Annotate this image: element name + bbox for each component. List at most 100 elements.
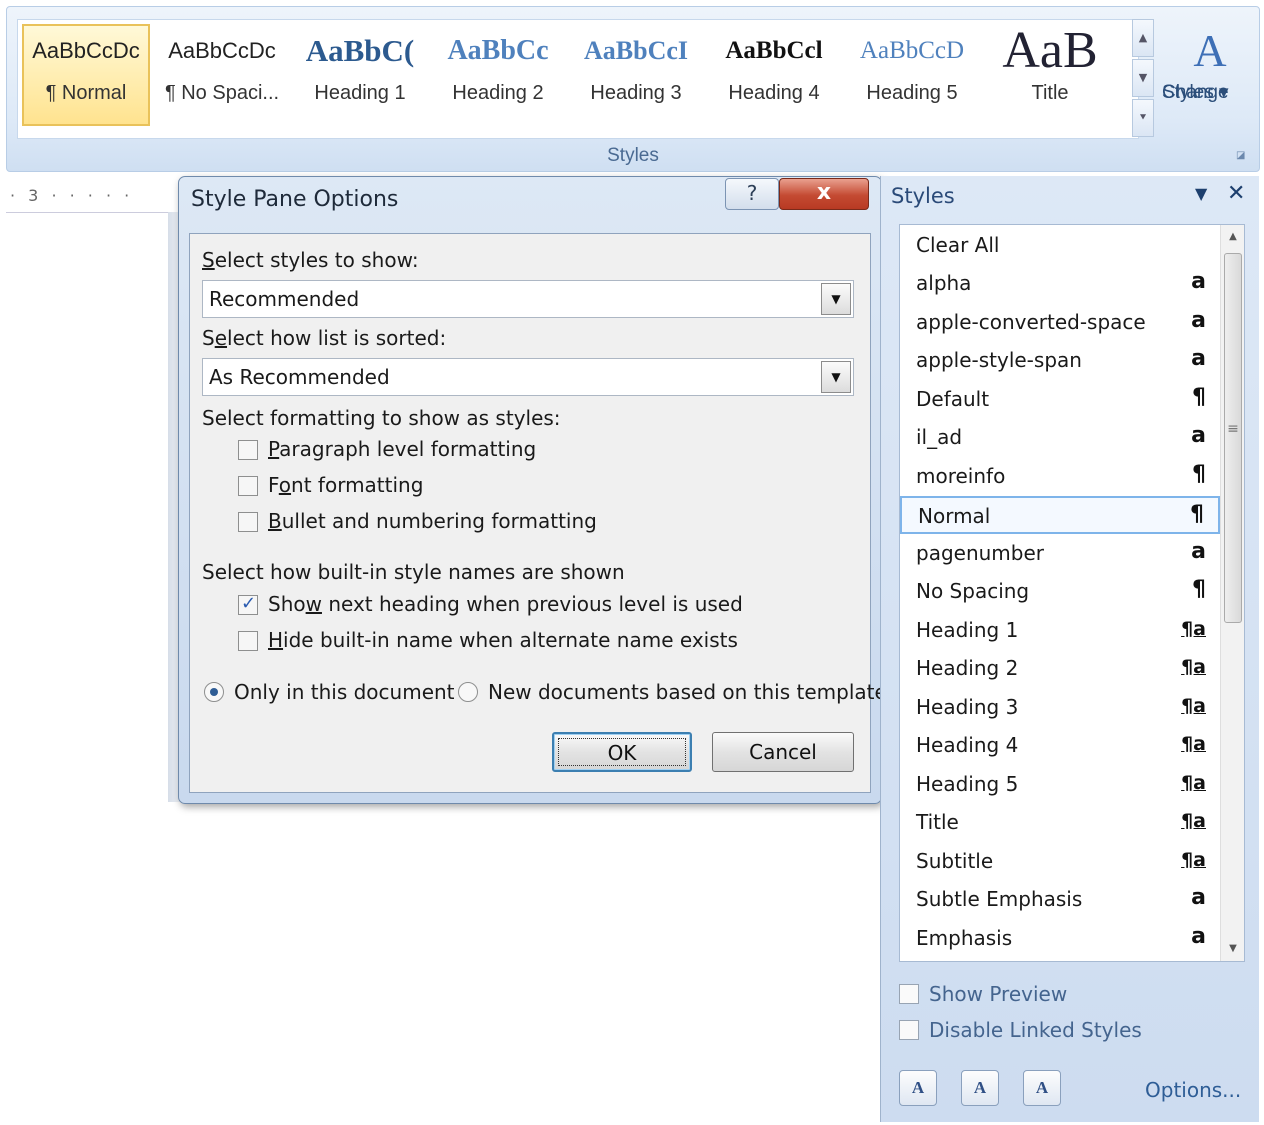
linked-style-icon: ¶a xyxy=(1181,849,1206,871)
style-item[interactable]: Heading 4 ¶a xyxy=(900,727,1220,765)
style-sample: AaBbCcDc xyxy=(32,38,140,63)
cancel-button[interactable]: Cancel xyxy=(712,732,854,772)
bullet-formatting-label: Bullet and numbering formatting xyxy=(268,509,597,533)
hide-builtin-checkbox[interactable] xyxy=(238,631,258,651)
linked-style-icon: ¶a xyxy=(1181,810,1206,832)
styles-to-show-select[interactable]: Recommended ▼ xyxy=(202,280,854,318)
style-pane-options-dialog: Style Pane Options ? x Select styles to … xyxy=(178,176,887,804)
pane-menu-icon[interactable]: ▼ xyxy=(1195,184,1207,203)
linked-style-icon: ¶a xyxy=(1181,733,1206,755)
style-item[interactable]: Heading 5 ¶a xyxy=(900,766,1220,804)
style-item[interactable]: Default ¶ xyxy=(900,381,1220,419)
style-item[interactable]: apple-style-span a xyxy=(900,342,1220,380)
select-styles-label: Select styles to show: xyxy=(202,248,419,272)
quick-style-heading-4[interactable]: AaBbCcl Heading 4 xyxy=(712,26,836,124)
style-item[interactable]: moreinfo ¶ xyxy=(900,458,1220,496)
paragraph-style-icon: ¶ xyxy=(1192,462,1206,487)
select-value: As Recommended xyxy=(209,365,390,389)
show-next-heading-checkbox[interactable] xyxy=(238,593,258,615)
quick-styles-gallery: AaBbCcDc ¶ Normal AaBbCcDc ¶ No Spaci...… xyxy=(17,19,1139,139)
dropdown-arrow-icon[interactable]: ▼ xyxy=(821,283,851,315)
group-label: Styles xyxy=(607,145,659,166)
style-sample: AaBbCcD xyxy=(859,37,965,64)
style-sample: AaBbCcDc xyxy=(168,38,276,63)
style-name: Heading 1 xyxy=(314,82,406,104)
change-styles-label-2: Styles ▾ xyxy=(1162,82,1229,103)
quick-style-normal[interactable]: AaBbCcDc ¶ Normal xyxy=(22,24,150,126)
style-item-clear-all[interactable]: Clear All xyxy=(900,227,1220,265)
pane-close-icon[interactable]: ✕ xyxy=(1227,181,1245,206)
style-sample: AaBbC( xyxy=(305,33,415,68)
style-name: Heading 5 xyxy=(866,82,958,104)
formatting-label: Select formatting to show as styles: xyxy=(202,406,561,430)
new-documents-radio[interactable] xyxy=(458,682,478,702)
ok-button[interactable]: OK xyxy=(552,732,692,772)
paragraph-formatting-label: Paragraph level formatting xyxy=(268,437,537,461)
sort-order-select[interactable]: As Recommended ▼ xyxy=(202,358,854,396)
font-formatting-label: Font formatting xyxy=(268,473,424,497)
paragraph-style-icon: ¶ xyxy=(1192,385,1206,410)
ruler-marks: · 3 · · · · · xyxy=(10,186,134,205)
new-documents-label: New documents based on this template xyxy=(488,680,887,704)
dialog-launcher-icon[interactable]: ◪ xyxy=(1236,150,1250,164)
gallery-down-icon[interactable]: ▼ xyxy=(1132,59,1154,97)
show-next-heading-label: Show next heading when previous level is… xyxy=(268,592,743,616)
style-item[interactable]: alpha a xyxy=(900,265,1220,303)
paragraph-style-icon: ¶ xyxy=(1192,577,1206,602)
manage-styles-icon[interactable]: A xyxy=(1023,1070,1061,1106)
styles-ribbon-group: AaBbCcDc ¶ Normal AaBbCcDc ¶ No Spaci...… xyxy=(6,6,1260,172)
quick-style-heading-3[interactable]: AaBbCcI Heading 3 xyxy=(574,26,698,124)
font-formatting-checkbox[interactable] xyxy=(238,476,258,496)
styles-list-scrollbar[interactable]: ▲ ≡ ▼ xyxy=(1220,225,1244,961)
style-item[interactable]: Emphasis a xyxy=(900,920,1220,958)
quick-style-title[interactable]: AaB Title xyxy=(988,26,1112,124)
style-item[interactable]: Title ¶a xyxy=(900,804,1220,842)
bullet-formatting-checkbox[interactable] xyxy=(238,512,258,532)
dialog-body: Select styles to show: Recommended ▼ Sel… xyxy=(189,233,887,793)
scroll-up-icon[interactable]: ▲ xyxy=(1221,225,1244,249)
linked-style-icon: ¶a xyxy=(1181,772,1206,794)
close-button[interactable]: x xyxy=(779,178,869,210)
style-item[interactable]: Heading 1 ¶a xyxy=(900,612,1220,650)
style-item[interactable]: il_ad a xyxy=(900,419,1220,457)
quick-style-heading-2[interactable]: AaBbCc Heading 2 xyxy=(436,26,560,124)
select-value: Recommended xyxy=(209,287,360,311)
disable-linked-styles-checkbox[interactable] xyxy=(899,1020,919,1040)
scroll-thumb[interactable]: ≡ xyxy=(1224,253,1242,623)
change-styles-button[interactable]: A Change Styles ▾ xyxy=(1162,21,1258,141)
style-item[interactable]: No Spacing ¶ xyxy=(900,573,1220,611)
styles-pane: Styles ▼ ✕ Clear All alpha a apple-conver… xyxy=(880,176,1259,1122)
style-item-selected[interactable]: Normal ¶ xyxy=(900,496,1220,534)
style-sample: AaBbCcI xyxy=(583,36,688,65)
style-item[interactable]: Subtle Emphasis a xyxy=(900,881,1220,919)
quick-style-heading-1[interactable]: AaBbC( Heading 1 xyxy=(298,26,422,124)
style-item[interactable]: Heading 3 ¶a xyxy=(900,689,1220,727)
style-item[interactable]: apple-converted-space a xyxy=(900,304,1220,342)
new-style-icon[interactable]: A xyxy=(899,1070,937,1106)
styles-list: Clear All alpha a apple-converted-space a … xyxy=(899,224,1245,962)
dropdown-arrow-icon[interactable]: ▼ xyxy=(821,361,851,393)
style-name: ¶ Normal xyxy=(45,82,127,104)
character-style-icon: a xyxy=(1191,308,1206,333)
scroll-down-icon[interactable]: ▼ xyxy=(1221,937,1244,961)
quick-style-heading-5[interactable]: AaBbCcD Heading 5 xyxy=(850,26,974,124)
style-inspector-icon[interactable]: A xyxy=(961,1070,999,1106)
help-button[interactable]: ? xyxy=(725,178,779,210)
paragraph-formatting-checkbox[interactable] xyxy=(238,440,258,460)
style-item[interactable]: Subtitle ¶a xyxy=(900,843,1220,881)
gallery-up-icon[interactable]: ▲ xyxy=(1132,19,1154,57)
style-name: Title xyxy=(1031,82,1069,104)
style-item[interactable]: Heading 2 ¶a xyxy=(900,650,1220,688)
quick-style-no-spacing[interactable]: AaBbCcDc ¶ No Spaci... xyxy=(160,26,284,124)
character-style-icon: a xyxy=(1191,924,1206,949)
style-name: Heading 3 xyxy=(590,82,682,104)
style-sample: AaB xyxy=(1002,26,1098,76)
only-this-document-radio[interactable] xyxy=(204,682,224,702)
gallery-more-icon[interactable]: ⯆ xyxy=(1132,99,1154,137)
character-style-icon: a xyxy=(1191,423,1206,448)
show-preview-checkbox[interactable] xyxy=(899,984,919,1004)
gallery-scroll: ▲ ▼ ⯆ xyxy=(1132,19,1154,137)
options-link[interactable]: Options... xyxy=(1145,1078,1241,1102)
builtin-names-label: Select how built-in style names are show… xyxy=(202,560,625,584)
style-item[interactable]: pagenumber a xyxy=(900,535,1220,573)
